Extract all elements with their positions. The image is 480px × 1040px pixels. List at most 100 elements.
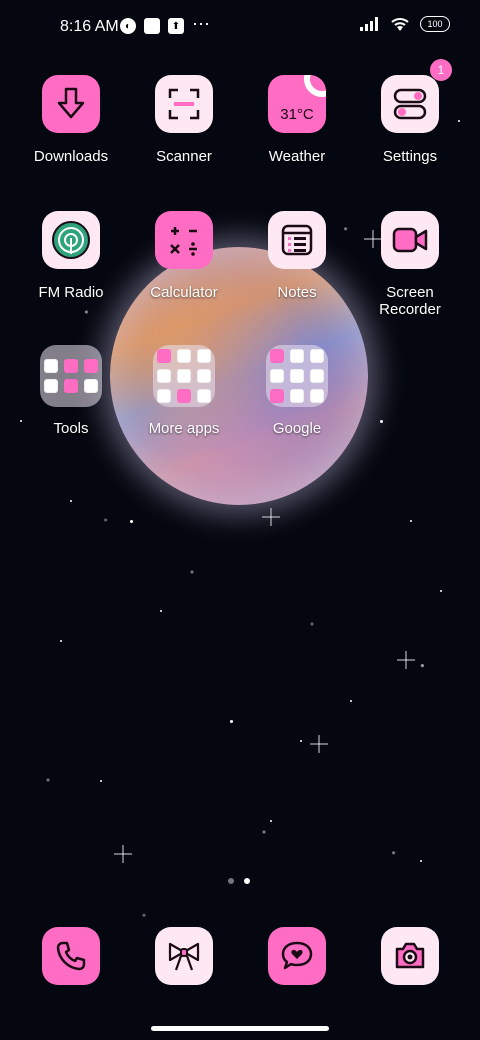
notification-app-icon: ◐ bbox=[120, 18, 136, 34]
folder-google[interactable]: Google bbox=[242, 345, 352, 437]
app-calculator[interactable]: Calculator bbox=[129, 211, 239, 301]
mini-app-icon bbox=[310, 369, 324, 383]
weather-tile[interactable]: 31°C bbox=[268, 75, 326, 133]
app-label: Calculator bbox=[150, 284, 218, 301]
more-apps-folder-preview[interactable] bbox=[153, 345, 215, 407]
download-arrow-icon bbox=[57, 87, 85, 119]
app-label: Weather bbox=[268, 148, 326, 165]
more-icon: ⋯ bbox=[192, 14, 211, 34]
app-fm-radio[interactable]: FM Radio bbox=[16, 211, 126, 301]
fm-radio-tile[interactable] bbox=[42, 211, 100, 269]
star bbox=[380, 420, 383, 423]
mini-app-icon bbox=[84, 379, 98, 393]
mini-app-icon bbox=[197, 389, 211, 403]
star bbox=[300, 740, 302, 742]
star bbox=[230, 720, 233, 723]
status-time: 8:16 AM bbox=[60, 18, 119, 35]
star bbox=[270, 820, 272, 822]
sparkle bbox=[262, 508, 280, 526]
notes-tile[interactable] bbox=[268, 211, 326, 269]
mini-app-icon bbox=[290, 349, 304, 363]
dock-camera[interactable] bbox=[381, 927, 439, 985]
mini-app-icon bbox=[177, 369, 191, 383]
star bbox=[160, 610, 162, 612]
star bbox=[440, 590, 442, 592]
mini-app-icon bbox=[177, 349, 191, 363]
notification-icons: ◐ ⬆ bbox=[120, 18, 184, 34]
mini-app-icon bbox=[310, 389, 324, 403]
app-downloads[interactable]: Downloads bbox=[16, 75, 126, 165]
mini-app-icon bbox=[177, 389, 191, 403]
folder-label: More apps bbox=[148, 420, 220, 437]
star bbox=[350, 700, 352, 702]
star bbox=[70, 500, 72, 502]
folder-more-apps[interactable]: More apps bbox=[129, 345, 239, 437]
dock-bow-app[interactable] bbox=[155, 927, 213, 985]
app-label: Notes bbox=[277, 284, 317, 301]
app-label: Screen Recorder bbox=[379, 284, 441, 318]
app-screen-recorder[interactable]: Screen Recorder bbox=[355, 211, 465, 318]
folder-label: Tools bbox=[53, 420, 89, 437]
toggle-icon bbox=[393, 88, 427, 120]
mini-app-icon bbox=[270, 369, 284, 383]
status-bar: 8:16 AM ◐ ⬆ ⋯ 100 bbox=[0, 0, 480, 56]
mini-app-icon bbox=[157, 349, 171, 363]
notes-icon bbox=[281, 224, 313, 256]
system-status-icons: 100 bbox=[360, 16, 450, 32]
messages-icon bbox=[281, 941, 313, 970]
scanner-icon bbox=[168, 88, 200, 120]
settings-tile[interactable] bbox=[381, 75, 439, 133]
tools-folder-preview[interactable] bbox=[40, 345, 102, 407]
page-dot[interactable] bbox=[228, 878, 234, 884]
phone-icon bbox=[56, 941, 86, 971]
battery-icon: 100 bbox=[420, 16, 450, 32]
weather-temperature: 31°C bbox=[280, 105, 314, 123]
mini-app-icon bbox=[290, 389, 304, 403]
mini-app-icon bbox=[310, 349, 324, 363]
upload-icon: ⬆ bbox=[168, 18, 184, 34]
app-label: FM Radio bbox=[38, 284, 104, 301]
sparkle bbox=[114, 845, 132, 863]
signal-icon bbox=[360, 17, 378, 31]
video-camera-icon bbox=[392, 227, 428, 253]
weather-arc-decoration bbox=[304, 75, 326, 97]
settings-notification-badge: 1 bbox=[430, 59, 452, 81]
star bbox=[130, 520, 133, 523]
downloads-tile[interactable] bbox=[42, 75, 100, 133]
mini-app-icon bbox=[270, 389, 284, 403]
star bbox=[100, 780, 102, 782]
google-folder-preview[interactable] bbox=[266, 345, 328, 407]
app-label: Scanner bbox=[156, 148, 212, 165]
mini-app-icon bbox=[64, 359, 78, 373]
app-settings[interactable]: Settings bbox=[355, 75, 465, 165]
folder-tools[interactable]: Tools bbox=[16, 345, 126, 437]
mini-app-icon bbox=[157, 389, 171, 403]
radio-icon bbox=[52, 221, 90, 259]
sparkle bbox=[310, 735, 328, 753]
dock-messages[interactable] bbox=[268, 927, 326, 985]
app-weather[interactable]: 31°C Weather bbox=[242, 75, 352, 165]
scanner-tile[interactable] bbox=[155, 75, 213, 133]
dock-phone[interactable] bbox=[42, 927, 100, 985]
calculator-icon bbox=[170, 227, 197, 256]
calculator-tile[interactable] bbox=[155, 211, 213, 269]
mini-app-icon bbox=[290, 369, 304, 383]
page-indicator[interactable] bbox=[228, 878, 250, 884]
mini-app-icon bbox=[197, 349, 211, 363]
app-notes[interactable]: Notes bbox=[242, 211, 352, 301]
mini-app-icon bbox=[44, 379, 58, 393]
app-label: Downloads bbox=[33, 148, 109, 165]
app-label: Settings bbox=[382, 148, 438, 165]
home-gesture-bar[interactable] bbox=[151, 1026, 329, 1031]
mini-app-icon bbox=[64, 379, 78, 393]
page-dot-active[interactable] bbox=[244, 878, 250, 884]
screen-recorder-tile[interactable] bbox=[381, 211, 439, 269]
star bbox=[410, 520, 412, 522]
mini-app-icon bbox=[197, 369, 211, 383]
star bbox=[60, 640, 62, 642]
mini-app-icon bbox=[270, 349, 284, 363]
wifi-icon bbox=[391, 18, 409, 31]
mini-app-icon bbox=[44, 359, 58, 373]
app-scanner[interactable]: Scanner bbox=[129, 75, 239, 165]
bow-icon bbox=[168, 942, 200, 971]
